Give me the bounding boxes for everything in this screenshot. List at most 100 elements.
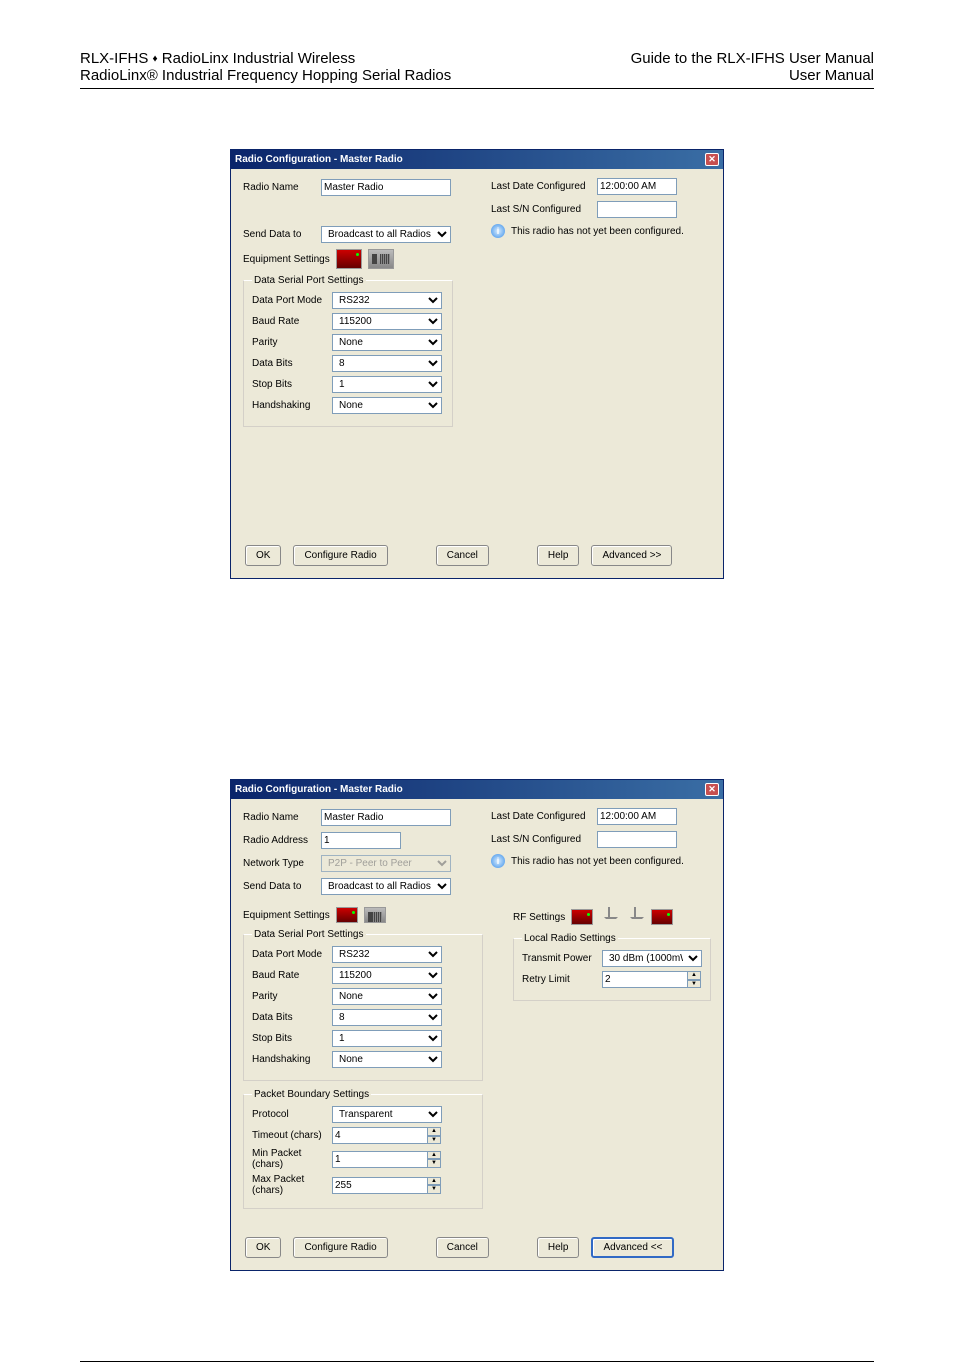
data-bits-label: Data Bits xyxy=(252,1012,332,1023)
product-code: RLX-IFHS xyxy=(80,50,148,67)
radio-front-icon[interactable] xyxy=(336,907,358,923)
baud-rate-select[interactable]: 115200 xyxy=(332,313,442,330)
data-port-mode-label: Data Port Mode xyxy=(252,949,332,960)
retry-limit-label: Retry Limit xyxy=(522,974,602,985)
radio-name-label: Radio Name xyxy=(243,182,315,193)
transmit-power-select[interactable]: 30 dBm (1000mW) xyxy=(602,950,702,967)
status-column: Last Date Configured Last S/N Configured… xyxy=(491,178,711,244)
fieldset-legend: Data Serial Port Settings xyxy=(252,275,366,286)
baud-rate-label: Baud Rate xyxy=(252,316,332,327)
help-button[interactable]: Help xyxy=(537,1237,580,1258)
min-packet-label: Min Packet (chars) xyxy=(252,1148,332,1170)
fieldset-legend: Packet Boundary Settings xyxy=(252,1089,371,1100)
status-text: This radio has not yet been configured. xyxy=(511,856,684,867)
radio-front-icon[interactable] xyxy=(336,249,362,269)
protocol-select[interactable]: Transparent xyxy=(332,1106,442,1123)
advanced-button[interactable]: Advanced >> xyxy=(591,545,672,566)
button-row: OK Configure Radio Cancel Help Advanced … xyxy=(231,535,723,578)
titlebar[interactable]: Radio Configuration - Master Radio ✕ xyxy=(231,780,723,799)
product-subtitle: RadioLinx® Industrial Frequency Hopping … xyxy=(80,67,451,84)
data-bits-select[interactable]: 8 xyxy=(332,355,442,372)
parity-select[interactable]: None xyxy=(332,334,442,351)
last-sn-value xyxy=(597,831,677,848)
data-port-mode-select[interactable]: RS232 xyxy=(332,946,442,963)
handshaking-select[interactable]: None xyxy=(332,1051,442,1068)
radio-name-input[interactable] xyxy=(321,809,451,826)
product-title: RadioLinx Industrial Wireless xyxy=(162,50,355,67)
cancel-button[interactable]: Cancel xyxy=(436,545,489,566)
baud-rate-select[interactable]: 115200 xyxy=(332,967,442,984)
max-packet-label: Max Packet (chars) xyxy=(252,1174,332,1196)
last-sn-label: Last S/N Configured xyxy=(491,834,591,845)
spinner-icon[interactable]: ▲▼ xyxy=(427,1151,441,1168)
close-icon[interactable]: ✕ xyxy=(705,153,719,166)
configure-radio-button[interactable]: Configure Radio xyxy=(293,545,387,566)
send-data-select[interactable]: Broadcast to all Radios xyxy=(321,878,451,895)
data-serial-port-fieldset: Data Serial Port Settings Data Port Mode… xyxy=(243,275,453,427)
dialog-title: Radio Configuration - Master Radio xyxy=(235,154,403,165)
last-date-label: Last Date Configured xyxy=(491,181,591,192)
parity-label: Parity xyxy=(252,337,332,348)
last-sn-label: Last S/N Configured xyxy=(491,204,591,215)
timeout-input[interactable] xyxy=(332,1127,428,1144)
titlebar[interactable]: Radio Configuration - Master Radio ✕ xyxy=(231,150,723,169)
radio-back-icon[interactable] xyxy=(364,907,386,923)
handshaking-label: Handshaking xyxy=(252,1054,332,1065)
local-radio-fieldset: Local Radio Settings Transmit Power30 dB… xyxy=(513,933,711,1001)
dialog-title: Radio Configuration - Master Radio xyxy=(235,784,403,795)
handshaking-select[interactable]: None xyxy=(332,397,442,414)
equipment-settings-label: Equipment Settings xyxy=(243,254,330,265)
radio-front-icon[interactable] xyxy=(571,909,593,925)
spinner-icon[interactable]: ▲▼ xyxy=(427,1177,441,1194)
parity-select[interactable]: None xyxy=(332,988,442,1005)
data-port-mode-label: Data Port Mode xyxy=(252,295,332,306)
radio-front-icon[interactable] xyxy=(651,909,673,925)
transmit-power-label: Transmit Power xyxy=(522,953,602,964)
antenna-icon xyxy=(599,907,619,927)
max-packet-input[interactable] xyxy=(332,1177,428,1194)
doc-title: Guide to the RLX-IFHS User Manual xyxy=(631,50,874,67)
cancel-button[interactable]: Cancel xyxy=(436,1237,489,1258)
doc-subtitle: User Manual xyxy=(631,67,874,84)
radio-back-icon[interactable] xyxy=(368,249,394,269)
protocol-label: Protocol xyxy=(252,1109,332,1120)
send-data-select[interactable]: Broadcast to all Radios xyxy=(321,226,451,243)
configure-radio-button[interactable]: Configure Radio xyxy=(293,1237,387,1258)
info-icon: i xyxy=(491,224,505,238)
stop-bits-select[interactable]: 1 xyxy=(332,1030,442,1047)
header-left: RLX-IFHS ♦ RadioLinx Industrial Wireless… xyxy=(80,50,451,84)
radio-address-input[interactable] xyxy=(321,832,401,849)
stop-bits-select[interactable]: 1 xyxy=(332,376,442,393)
last-date-value xyxy=(597,178,677,195)
min-packet-input[interactable] xyxy=(332,1151,428,1168)
baud-rate-label: Baud Rate xyxy=(252,970,332,981)
ok-button[interactable]: OK xyxy=(245,1237,281,1258)
radio-name-input[interactable] xyxy=(321,179,451,196)
advanced-button[interactable]: Advanced << xyxy=(591,1237,674,1258)
diamond-icon: ♦ xyxy=(153,54,158,65)
info-icon: i xyxy=(491,854,505,868)
antenna-icon xyxy=(625,907,645,927)
status-column: Last Date Configured Last S/N Configured… xyxy=(491,808,711,874)
retry-limit-input[interactable] xyxy=(602,971,688,988)
network-type-label: Network Type xyxy=(243,858,315,869)
status-text: This radio has not yet been configured. xyxy=(511,226,684,237)
close-icon[interactable]: ✕ xyxy=(705,783,719,796)
network-type-select: P2P - Peer to Peer xyxy=(321,855,451,872)
header-right: Guide to the RLX-IFHS User Manual User M… xyxy=(631,50,874,84)
spinner-icon[interactable]: ▲▼ xyxy=(427,1127,441,1144)
stop-bits-label: Stop Bits xyxy=(252,1033,332,1044)
spinner-icon[interactable]: ▲▼ xyxy=(687,971,701,988)
data-port-mode-select[interactable]: RS232 xyxy=(332,292,442,309)
radio-config-dialog-basic: Radio Configuration - Master Radio ✕ Rad… xyxy=(230,149,724,579)
data-bits-label: Data Bits xyxy=(252,358,332,369)
data-bits-select[interactable]: 8 xyxy=(332,1009,442,1026)
help-button[interactable]: Help xyxy=(537,545,580,566)
last-date-value xyxy=(597,808,677,825)
last-sn-value xyxy=(597,201,677,218)
parity-label: Parity xyxy=(252,991,332,1002)
ok-button[interactable]: OK xyxy=(245,545,281,566)
timeout-label: Timeout (chars) xyxy=(252,1130,332,1141)
radio-address-label: Radio Address xyxy=(243,835,315,846)
handshaking-label: Handshaking xyxy=(252,400,332,411)
